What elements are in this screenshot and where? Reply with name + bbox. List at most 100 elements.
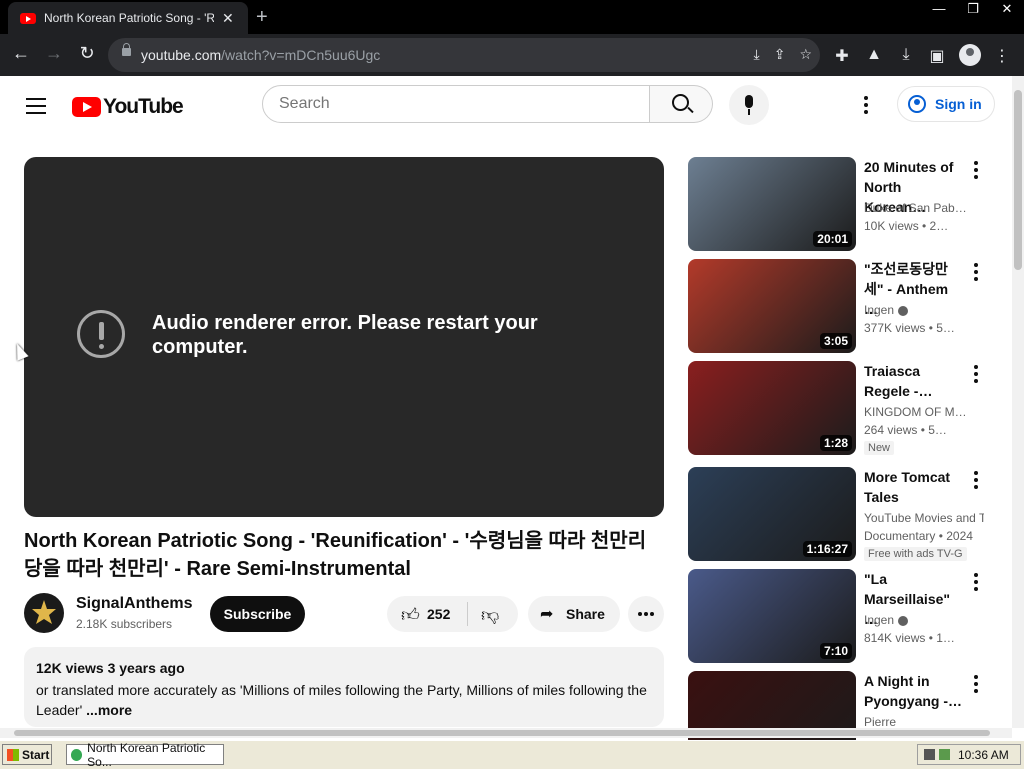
search-button[interactable] [650,85,713,123]
minimize-button[interactable]: — [924,0,954,17]
settings-more-icon[interactable] [864,96,868,117]
extensions-puzzle-icon[interactable]: ✚ [832,46,852,66]
dislike-thumb-down-icon[interactable]: 👎︎ [481,604,499,626]
description-text: or translated more accurately as 'Millio… [36,682,647,718]
reload-icon[interactable]: ↻ [75,43,99,64]
new-tab-button[interactable]: + [256,6,268,29]
window-close-button[interactable]: ✕ [992,0,1022,17]
window-controls: — ❐ ✕ [922,0,1024,17]
verified-check-icon [898,305,909,316]
recommended-channel[interactable]: Ingen [864,303,984,317]
recommended-views: 264 views • 5… [864,423,947,437]
recommended-more-icon[interactable] [974,573,978,594]
subscriber-count: 2.18K subscribers [76,617,173,631]
recommended-title[interactable]: More Tomcat Tales [864,467,964,507]
lock-icon[interactable] [122,43,131,56]
forward-arrow-icon[interactable]: → [42,43,66,64]
restore-button[interactable]: ❐ [958,0,988,17]
download-icon[interactable]: ⤓ [896,46,916,64]
youtube-logo[interactable]: YouTube [72,95,184,119]
browser-toolbar: ← → ↻ youtube.com/watch?v=mDCn5uu6Ugc ⤓ … [0,34,1024,76]
recommended-title[interactable]: A Night in Pyongyang -… [864,671,964,711]
recommended-video[interactable]: A Night in Pyongyang -… Pierre [688,671,998,765]
like-count[interactable]: 252 [427,606,450,622]
install-app-icon[interactable]: ⤓ [754,46,760,63]
labs-flask-icon[interactable]: ▲ [864,46,884,64]
show-more-link[interactable]: ...more [86,702,132,718]
network-tray-icon[interactable] [939,749,950,760]
channel-avatar[interactable] [24,593,64,633]
chrome-app-icon [71,748,83,761]
verified-check-icon [898,615,909,626]
chrome-menu-icon[interactable]: ⋮ [992,46,1012,66]
recommended-more-icon[interactable] [974,365,978,386]
back-arrow-icon[interactable]: ← [9,43,33,64]
youtube-favicon-icon [20,12,36,24]
like-dislike-group: 👍︎ 252 👎︎ [387,596,518,632]
recommended-more-icon[interactable] [974,263,978,284]
video-duration: 1:28 [819,435,852,451]
sign-in-button[interactable]: Sign in [897,86,995,122]
video-player[interactable]: Audio renderer error. Please restart you… [24,157,664,517]
vertical-scrollbar[interactable] [1012,76,1024,728]
recommended-video[interactable]: 3:05 "조선로동당만세" - Anthem … Ingen 377K views … [688,259,998,353]
bookmark-star-icon[interactable]: ☆ [799,46,812,63]
recommended-channel[interactable]: Pierre [864,715,984,729]
subscribe-button[interactable]: Subscribe [210,596,305,632]
recommended-views: Documentary • 2024 [864,529,973,543]
browser-tab[interactable]: North Korean Patriotic Song - 'Reun ✕ [8,2,248,34]
share-arrow-icon: ➦ [540,606,554,623]
recommended-badge: New [864,441,895,455]
recommended-channel[interactable]: Duke of San Pab… [864,201,984,215]
video-duration: 20:01 [813,231,852,247]
video-thumbnail[interactable]: 1:16:27 [688,467,856,561]
recommended-video[interactable]: 7:10 "La Marseillaise" … Ingen 814K views •… [688,569,998,663]
recommended-video[interactable]: 1:16:27 More Tomcat Tales YouTube Movies a… [688,467,998,561]
recommended-views: 377K views • 5… [864,321,955,335]
address-bar[interactable]: youtube.com/watch?v=mDCn5uu6Ugc ⤓ ⇪ ☆ [108,38,820,72]
channel-name[interactable]: SignalAnthems [76,595,192,613]
search-input[interactable]: Search [262,85,650,123]
hamburger-menu-icon[interactable] [26,98,46,119]
youtube-header: YouTube Search Sign in [0,76,1012,134]
video-title: North Korean Patriotic Song - 'Reunifica… [24,530,647,580]
voice-search-button[interactable] [729,85,769,125]
channel-star-logo-icon [32,600,56,624]
share-page-icon[interactable]: ⇪ [774,46,786,63]
more-actions-button[interactable] [628,596,664,632]
video-thumbnail[interactable]: 3:05 [688,259,856,353]
windows-taskbar: Start North Korean Patriotic So... 10:36… [0,740,1024,769]
microphone-icon [745,95,753,108]
recommended-views: 10K views • 2… [864,219,949,233]
account-circle-icon [908,95,926,113]
views-and-date: 12K views 3 years ago [36,660,185,676]
video-thumbnail[interactable]: 20:01 [688,157,856,251]
description-box[interactable]: 12K views 3 years ago or translated more… [24,647,664,727]
windows-flag-icon [7,748,19,761]
recommended-channel[interactable]: YouTube Movies and TV [864,511,984,525]
like-thumb-up-icon[interactable]: 👍︎ [401,604,420,626]
start-button[interactable]: Start [2,744,52,765]
recommended-more-icon[interactable] [974,161,978,182]
recommended-channel[interactable]: Ingen [864,613,984,627]
horizontal-scrollbar[interactable] [0,728,1012,738]
side-panel-icon[interactable]: ▣ [927,46,947,66]
browser-tab-strip: North Korean Patriotic Song - 'Reun ✕ + … [0,0,1024,34]
tab-close-icon[interactable]: ✕ [222,10,234,27]
share-button[interactable]: ➦ Share [528,596,620,632]
profile-avatar-icon[interactable] [959,44,981,66]
recommended-title[interactable]: Traiasca Regele -… [864,361,964,401]
recommended-video[interactable]: 1:28 Traiasca Regele -… KINGDOM OF M… 264 v… [688,361,998,455]
recommended-channel[interactable]: KINGDOM OF M… [864,405,984,419]
keyboard-tray-icon[interactable] [924,749,935,760]
video-thumbnail[interactable]: 7:10 [688,569,856,663]
taskbar-window-item[interactable]: North Korean Patriotic So... [66,741,224,769]
system-tray: 10:36 AM [917,744,1021,765]
recommended-more-icon[interactable] [974,471,978,492]
share-label: Share [566,606,605,622]
video-duration: 1:16:27 [802,541,852,557]
recommended-more-icon[interactable] [974,675,978,696]
recommended-video[interactable]: 20:01 20 Minutes of North Korean… Duke of … [688,157,998,251]
video-thumbnail[interactable]: 1:28 [688,361,856,455]
url-text[interactable]: youtube.com/watch?v=mDCn5uu6Ugc [141,47,380,63]
